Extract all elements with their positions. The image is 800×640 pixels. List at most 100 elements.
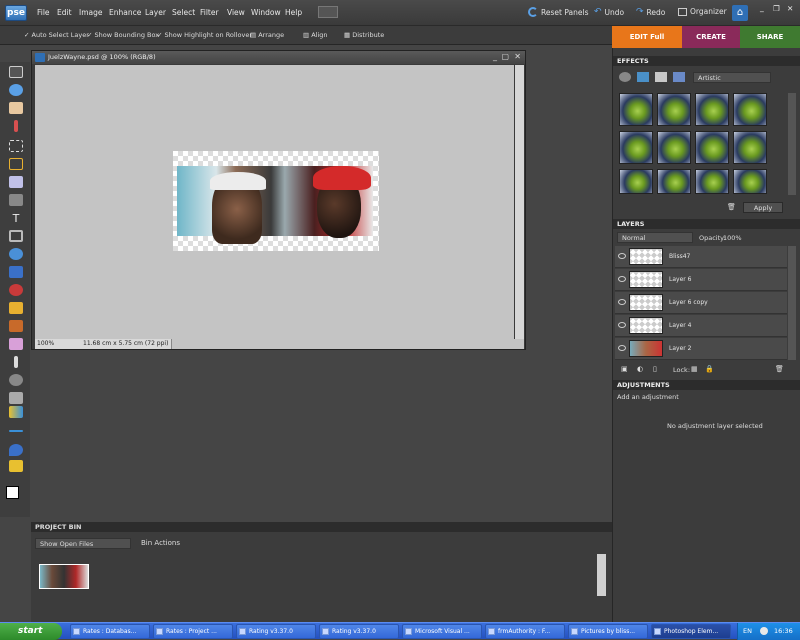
layer-row[interactable]: Layer 6 [615,269,787,291]
home-icon[interactable]: ⌂ [732,5,748,21]
eye-icon[interactable] [618,253,626,259]
show-bbox-checkbox[interactable]: ✓ Show Bounding Box [87,31,159,39]
menu-view[interactable]: View [227,8,245,17]
redo-button[interactable]: ↷ Redo [636,7,665,17]
close-button[interactable]: ✕ [787,4,793,13]
effect-thumb[interactable] [733,131,767,164]
bin-scrollbar[interactable] [597,554,606,596]
eye-icon[interactable] [618,276,626,282]
opacity-value[interactable]: 100% [723,234,742,242]
canvas-area[interactable] [35,65,514,339]
eye-icon[interactable] [618,299,626,305]
layer-row[interactable]: Layer 6 copy [615,292,787,314]
tab-edit-full[interactable]: EDIT Full [612,26,682,48]
doc-maximize-button[interactable]: ▢ [501,52,509,61]
lasso-tool-icon[interactable] [9,158,23,170]
sponge-tool-icon[interactable] [9,460,23,472]
smart-brush-tool-icon[interactable] [9,374,23,386]
layer-styles-icon[interactable] [637,72,649,82]
effect-thumb[interactable] [619,93,653,126]
layer-row[interactable]: Layer 4 [615,315,787,337]
tab-create[interactable]: CREATE [682,26,740,48]
effects-type-icons[interactable] [619,70,689,84]
eraser-tool-icon[interactable] [9,338,23,350]
effect-thumb[interactable] [695,131,729,164]
screen-mode-icon[interactable] [318,6,338,18]
taskbar-item[interactable]: Rates : Project ... [153,624,233,639]
menu-enhance[interactable]: Enhance [109,8,141,17]
blur-tool-icon[interactable] [9,444,23,456]
new-layer-icon[interactable]: ▣ [621,365,628,373]
effect-thumb[interactable] [657,93,691,126]
effect-thumb[interactable] [695,169,729,194]
healing-brush-tool-icon[interactable] [9,302,23,314]
canvas-image[interactable] [173,151,379,251]
layers-scrollbar[interactable] [788,246,796,360]
eye-icon[interactable] [618,345,626,351]
marquee-tool-icon[interactable] [9,140,23,152]
organizer-button[interactable]: Organizer [678,7,727,16]
eyedropper-tool-icon[interactable] [14,120,18,132]
show-files-dropdown[interactable]: Show Open Files [35,538,131,549]
effects-category-dropdown[interactable]: Artistic [693,72,771,83]
bin-actions-menu[interactable]: Bin Actions [141,539,180,547]
delete-layer-icon[interactable]: 🗑 [775,365,784,373]
foreground-color-swatch[interactable] [6,486,19,499]
lock-all-icon[interactable]: 🔒 [705,365,714,373]
menu-layer[interactable]: Layer [145,8,166,17]
taskbar-item[interactable]: Rating v3.37.0 [236,624,316,639]
magic-wand-tool-icon[interactable] [9,176,23,188]
zoom-tool-icon[interactable] [9,84,23,96]
menu-select[interactable]: Select [172,8,195,17]
effect-thumb[interactable] [733,169,767,194]
type-tool-icon[interactable]: T [9,212,23,225]
taskbar-item[interactable]: Rates : Databas... [70,624,150,639]
hand-tool-icon[interactable] [9,102,23,114]
taskbar-item[interactable]: Microsoft Visual ... [402,624,482,639]
arrange-button[interactable]: ▤ Arrange [250,31,284,39]
layer-row[interactable]: Layer 2 [615,338,787,360]
effect-thumb[interactable] [695,93,729,126]
menu-window[interactable]: Window [251,8,281,17]
menu-edit[interactable]: Edit [57,8,72,17]
show-highlight-checkbox[interactable]: ✓ Show Highlight on Rollover [157,31,252,39]
taskbar-item[interactable]: Pictures by bliss... [568,624,648,639]
gradient-tool-icon[interactable] [9,406,23,418]
menu-filter[interactable]: Filter [200,8,219,17]
cookie-cutter-tool-icon[interactable] [9,248,23,260]
distribute-button[interactable]: ▦ Distribute [344,31,384,39]
quick-selection-tool-icon[interactable] [9,194,23,206]
menu-help[interactable]: Help [285,8,302,17]
restore-button[interactable]: ❐ [773,4,780,13]
paint-bucket-tool-icon[interactable] [9,392,23,404]
tray-icon[interactable] [760,627,768,635]
effect-thumb[interactable] [657,169,691,194]
all-effects-icon[interactable] [673,72,685,82]
reset-panels-button[interactable]: Reset Panels [528,7,588,17]
effect-thumb[interactable] [619,169,653,194]
eye-icon[interactable] [618,322,626,328]
effects-scrollbar[interactable] [788,93,796,195]
auto-select-checkbox[interactable]: ✓ Auto Select Layer [24,31,89,39]
horizontal-scrollbar[interactable] [171,339,524,349]
layer-row[interactable]: Bliss47 [615,246,787,268]
tab-share[interactable]: SHARE [740,26,800,48]
language-indicator[interactable]: EN [743,627,752,635]
apply-button[interactable]: Apply [743,202,783,213]
taskbar-item[interactable]: Rating v3.37.0 [319,624,399,639]
move-tool-icon[interactable] [9,66,23,78]
menu-image[interactable]: Image [79,8,103,17]
minimize-button[interactable]: _ [760,3,764,12]
effect-thumb[interactable] [733,93,767,126]
doc-minimize-button[interactable]: _ [493,52,497,61]
line-tool-icon[interactable] [9,430,23,432]
undo-button[interactable]: ↶ Undo [594,7,624,17]
trash-icon[interactable]: 🗑 [727,203,736,211]
effect-thumb[interactable] [619,131,653,164]
photo-effects-icon[interactable] [655,72,667,82]
lock-transparency-icon[interactable]: ▦ [691,365,698,373]
bin-thumbnail[interactable] [39,564,89,589]
clone-stamp-tool-icon[interactable] [9,320,23,332]
crop-tool-icon[interactable] [9,230,23,242]
brush-tool-icon[interactable] [14,356,18,368]
